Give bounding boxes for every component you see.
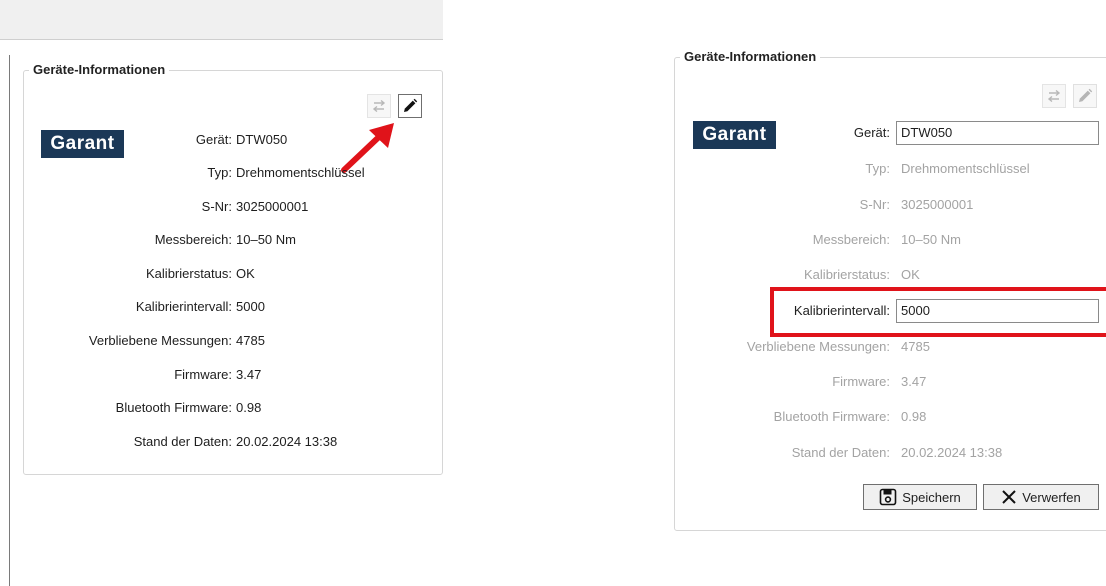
- field-value-right: OK: [901, 267, 920, 282]
- garant-logo-right: Garant: [693, 121, 776, 149]
- field-value-left: Drehmomentschlüssel: [236, 165, 365, 180]
- pencil-icon: [404, 98, 418, 112]
- garant-logo-left: Garant: [41, 130, 124, 158]
- x-icon: [1002, 490, 1016, 504]
- field-value-right: Drehmomentschlüssel: [901, 161, 1030, 176]
- save-button[interactable]: Speichern: [863, 484, 977, 510]
- window-top-bar: [0, 0, 443, 40]
- field-label-right: Stand der Daten:: [791, 445, 890, 460]
- field-label-left: S-Nr:: [201, 199, 232, 214]
- pencil-icon: [1079, 88, 1093, 102]
- field-value-right: 0.98: [901, 409, 927, 424]
- device-name-input[interactable]: DTW050: [896, 121, 1099, 145]
- field-label-left: Verbliebene Messungen:: [88, 333, 232, 348]
- field-label-left: Stand der Daten:: [133, 434, 232, 449]
- highlight-box-kalibrierintervall: [770, 287, 1106, 337]
- field-label-left: Firmware:: [174, 367, 232, 382]
- group-legend-left: Geräte-Informationen: [29, 62, 170, 77]
- field-value-left: 4785: [236, 333, 265, 348]
- swap-button-left[interactable]: [367, 94, 391, 118]
- swap-button-right[interactable]: [1042, 84, 1066, 108]
- field-label-left: Gerät:: [195, 132, 232, 147]
- field-label-left: Kalibrierstatus:: [146, 266, 232, 281]
- field-value-right: 20.02.2024 13:38: [901, 445, 1003, 460]
- field-value-left: 3.47: [236, 367, 262, 382]
- swap-arrows-icon: [372, 100, 386, 112]
- field-label-right: Bluetooth Firmware:: [773, 409, 890, 424]
- field-value-left: 5000: [236, 299, 265, 314]
- field-label-left: Kalibrierintervall:: [135, 299, 232, 314]
- field-value-right: 4785: [901, 339, 930, 354]
- field-label-right: Kalibrierstatus:: [804, 267, 890, 282]
- edit-button-right[interactable]: [1073, 84, 1097, 108]
- field-label-left: Bluetooth Firmware:: [115, 400, 232, 415]
- field-label-right: Firmware:: [832, 374, 890, 389]
- field-value-left: 10–50 Nm: [236, 232, 296, 247]
- field-value-left: 20.02.2024 13:38: [236, 434, 338, 449]
- field-label-right: Gerät:: [853, 125, 890, 140]
- group-legend-right: Geräte-Informationen: [680, 49, 821, 64]
- field-label-right: Typ:: [865, 161, 890, 176]
- swap-arrows-icon: [1047, 90, 1061, 102]
- floppy-disk-icon: [879, 488, 897, 506]
- save-button-label: Speichern: [902, 489, 961, 505]
- field-value-left: 0.98: [236, 400, 262, 415]
- field-value-right: 3.47: [901, 374, 927, 389]
- field-value-left: 3025000001: [236, 199, 309, 214]
- field-label-right: Messbereich:: [812, 232, 890, 247]
- left-vertical-divider: [9, 55, 10, 586]
- discard-button-label: Verwerfen: [1022, 489, 1081, 505]
- field-label-left: Messbereich:: [154, 232, 232, 247]
- field-label-right: S-Nr:: [859, 197, 890, 212]
- field-value-left: OK: [236, 266, 255, 281]
- discard-button[interactable]: Verwerfen: [983, 484, 1099, 510]
- field-value-right: 10–50 Nm: [901, 232, 961, 247]
- field-value-right: 3025000001: [901, 197, 974, 212]
- field-value-left: DTW050: [236, 132, 288, 147]
- field-label-right: Verbliebene Messungen:: [746, 339, 890, 354]
- edit-button-left[interactable]: [398, 94, 422, 118]
- field-label-left: Typ:: [207, 165, 232, 180]
